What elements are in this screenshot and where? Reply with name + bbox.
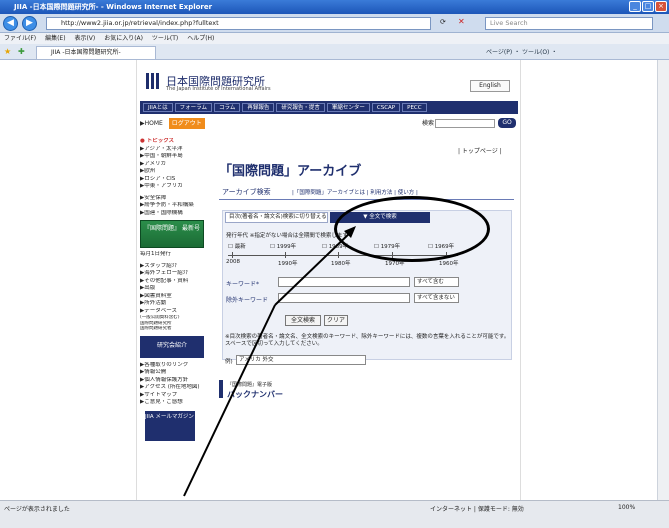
security-zone: インターネット | 保護モード: 無効 [430,506,524,513]
pointer-arrow [183,226,356,497]
status-bar: ページが表示されました インターネット | 保護モード: 無効 100% [0,500,669,528]
zoom-level[interactable]: 100% [618,504,635,511]
status-text: ページが表示されました [4,506,70,513]
